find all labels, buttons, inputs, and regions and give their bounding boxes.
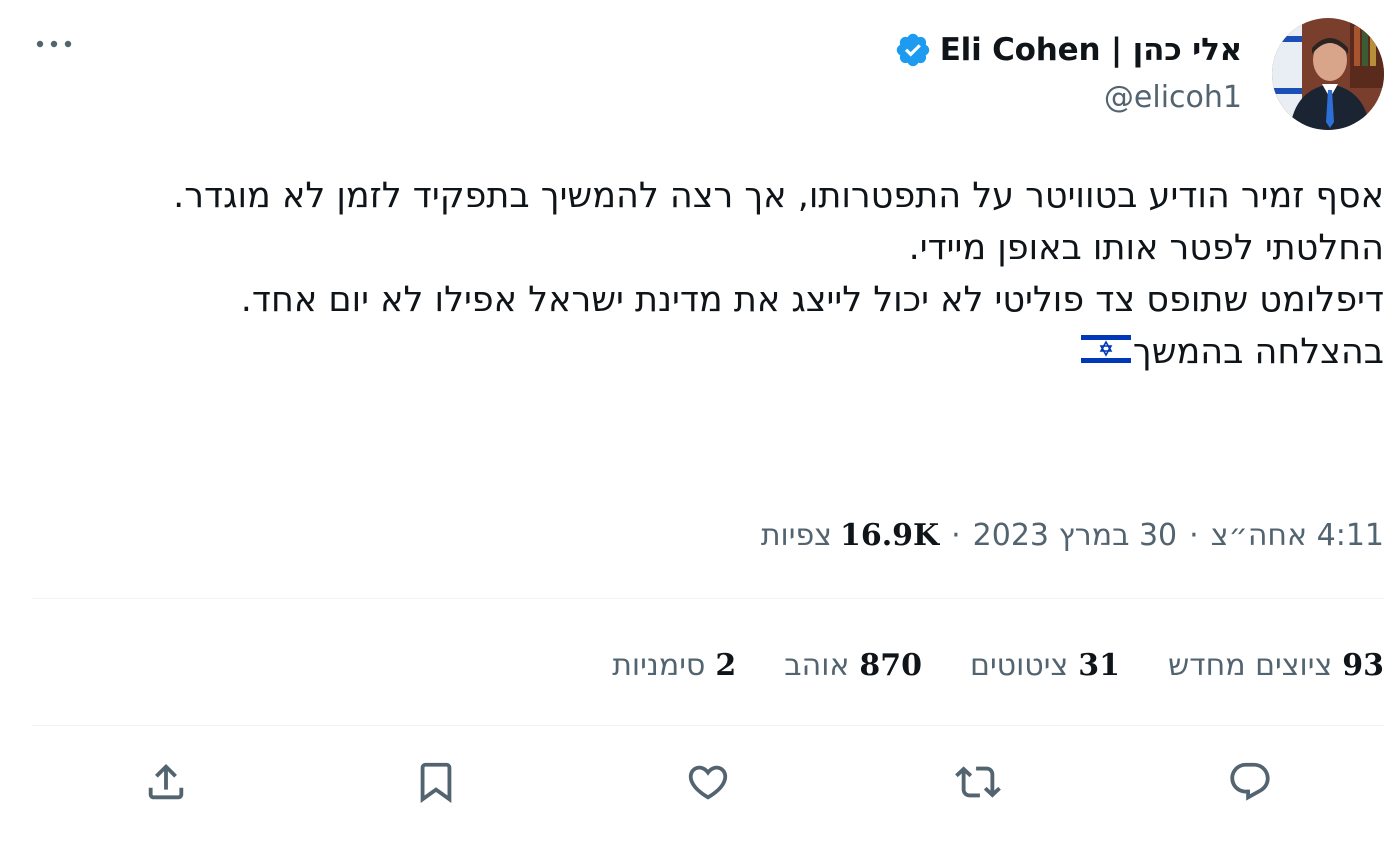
israel-flag-icon [1080, 332, 1131, 366]
retweets-stat[interactable]: 93 ציוצים מחדש [1168, 648, 1384, 683]
bookmarks-count: 2 [715, 647, 737, 683]
more-icon [36, 40, 72, 48]
tweet-line: אסף זמיר הודיע בטוויטר על התפטרותו, אך ר… [173, 176, 1384, 216]
quotes-label: ציטוטים [970, 647, 1069, 683]
author-display-name[interactable]: אלי כהן | Eli Cohen [940, 32, 1242, 68]
avatar[interactable] [1272, 18, 1384, 130]
tweet-stats: 93 ציוצים מחדש 31 ציטוטים 870 אוהב 2 סימ… [564, 642, 1384, 688]
retweet-button[interactable] [950, 754, 1006, 810]
views-count: 16.9K [839, 517, 940, 553]
bookmark-icon [420, 762, 452, 803]
tweet-time[interactable]: 4:11 אחה״צ [1211, 518, 1384, 553]
tweet-line: בהצלחה בהמשך [1132, 332, 1384, 372]
likes-stat[interactable]: 870 אוהב [784, 648, 922, 683]
bookmarks-label: סימניות [612, 647, 706, 683]
share-button[interactable] [138, 754, 194, 810]
share-icon [148, 763, 184, 800]
like-button[interactable] [680, 754, 736, 810]
retweet-icon [955, 766, 1001, 798]
more-options-button[interactable] [32, 26, 76, 62]
tweet-date[interactable]: 30 במרץ 2023 [973, 518, 1177, 553]
avatar-image [1272, 18, 1384, 130]
author-name-row[interactable]: אלי כהן | Eli Cohen [894, 28, 1242, 72]
retweets-count: 93 [1342, 647, 1384, 683]
quotes-stat[interactable]: 31 ציטוטים [970, 648, 1120, 683]
retweets-label: ציוצים מחדש [1168, 647, 1333, 683]
verified-badge-icon [894, 31, 932, 69]
tweet-line: החלטתי לפטר אותו באופן מיידי. [908, 228, 1384, 268]
meta-separator: · [951, 517, 961, 553]
views-label: צפיות [760, 517, 832, 553]
tweet-text: אסף זמיר הודיע בטוויטר על התפטרותו, אך ר… [24, 170, 1384, 378]
reply-icon [1230, 762, 1270, 801]
divider [32, 725, 1384, 726]
tweet-line: דיפלומט שתופס צד פוליטי לא יכול לייצג את… [240, 280, 1384, 320]
quotes-count: 31 [1078, 647, 1120, 683]
bookmark-button[interactable] [408, 754, 464, 810]
likes-label: אוהב [784, 647, 850, 683]
tweet-card: אלי כהן | Eli Cohen @elicoh1 אסף זמיר הו… [0, 0, 1400, 846]
divider [32, 598, 1384, 599]
bookmarks-stat[interactable]: 2 סימניות [612, 648, 736, 683]
reply-button[interactable] [1222, 754, 1278, 810]
meta-separator: · [1189, 517, 1199, 553]
tweet-line-last: בהצלחה בהמשך [24, 326, 1384, 378]
like-icon [688, 765, 728, 800]
tweet-meta: 4:11 אחה״צ · 30 במרץ 2023 · 16.9K צפיות [761, 512, 1384, 558]
likes-count: 870 [859, 647, 923, 683]
author-handle[interactable]: @elicoh1 [1104, 80, 1242, 115]
